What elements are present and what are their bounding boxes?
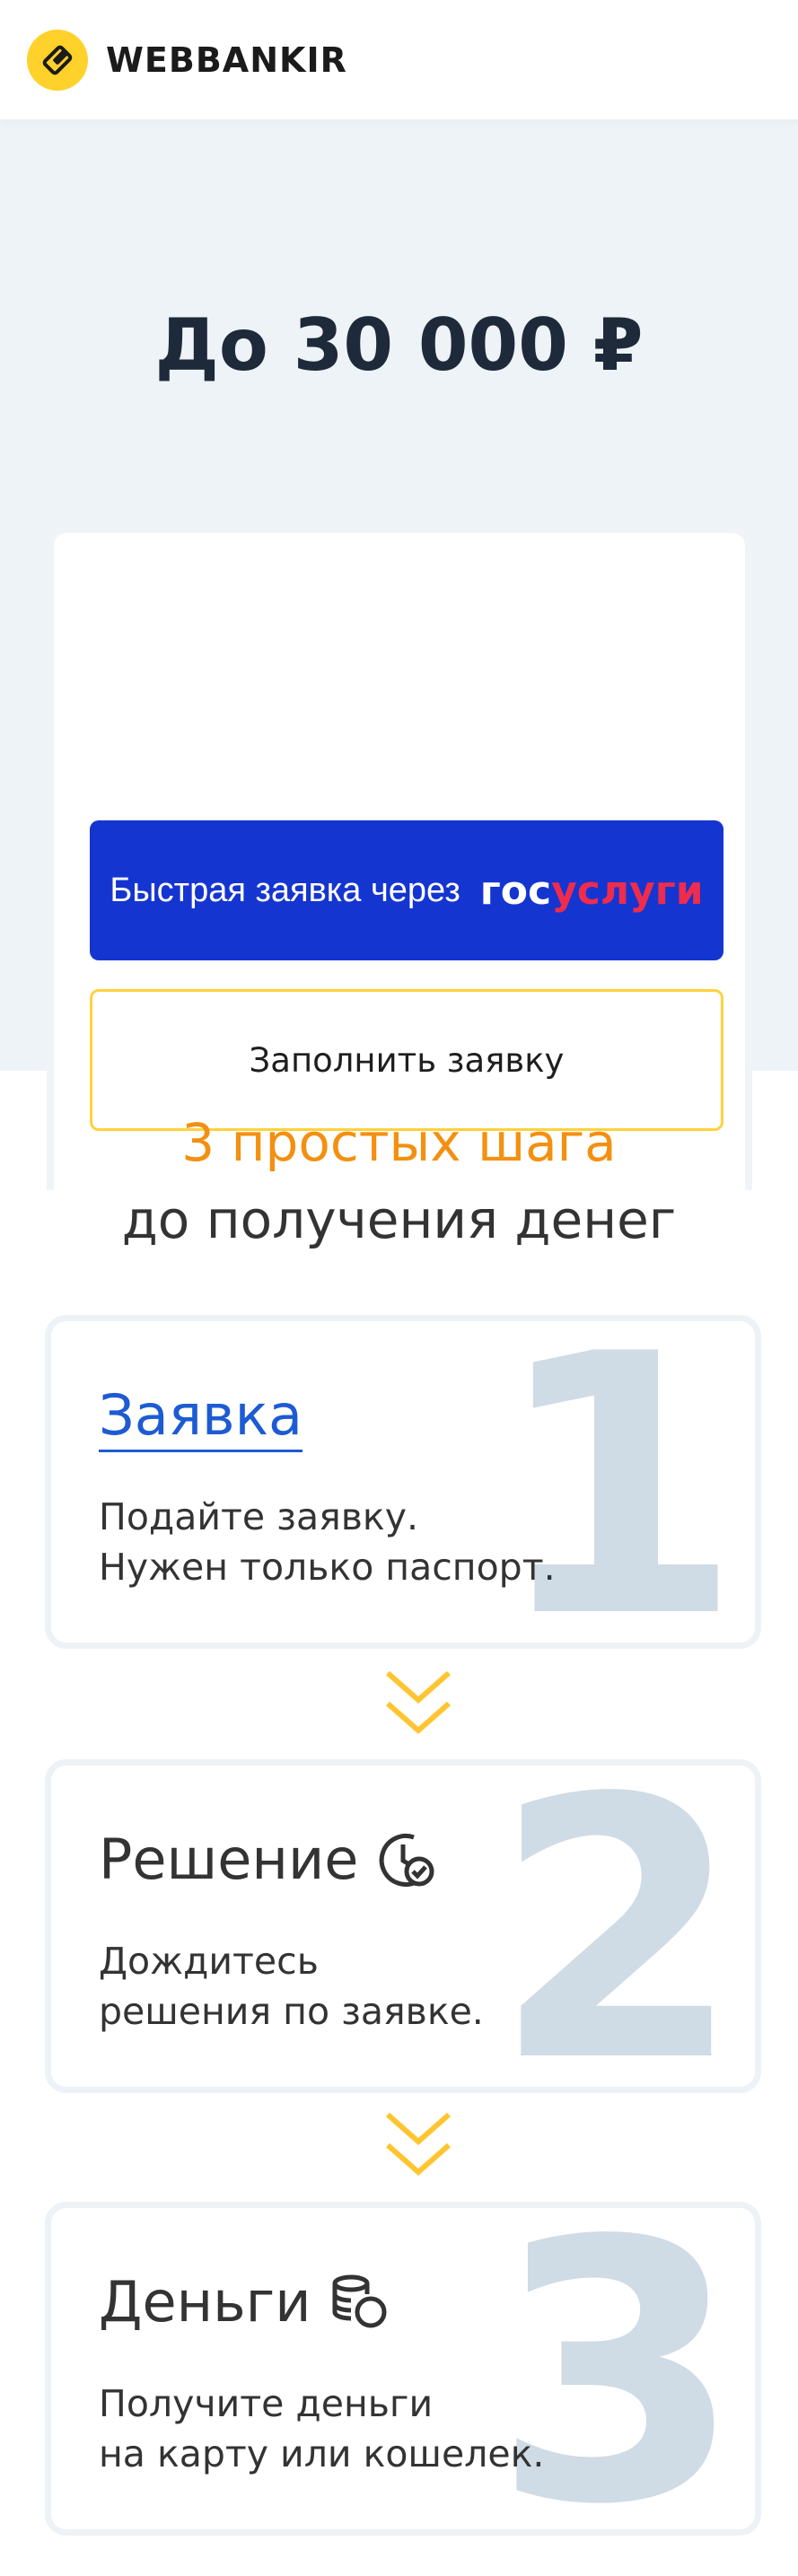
step-description: Подайте заявку. Нужен только паспорт.	[99, 1495, 556, 1589]
step-card-decision: 2 Решение Дождитесь решения по заявке.	[45, 1759, 761, 2093]
steps-section-title: 3 простых шага до получения денег	[0, 1104, 798, 1258]
clock-check-icon	[380, 1833, 434, 1887]
step-title-money: Деньги	[99, 2269, 389, 2335]
double-chevron-down-icon	[386, 2112, 451, 2177]
site-header: WEBBANKIR	[0, 0, 798, 119]
step-card-money: 3 Деньги Получите деньги на карту или ко…	[45, 2202, 761, 2536]
step-number: 2	[492, 1759, 742, 2093]
brand-name[interactable]: WEBBANKIR	[106, 40, 347, 80]
logo-icon[interactable]	[27, 29, 88, 91]
hero-section: До 30 000 ₽ Быстрая заявка через госуслу…	[0, 119, 798, 1190]
application-form-card: Быстрая заявка через госуслуги Заполнить…	[47, 526, 752, 1190]
step-description: Дождитесь решения по заявке.	[99, 1940, 484, 2033]
step-description: Получите деньги на карту или кошелек.	[99, 2382, 545, 2475]
double-chevron-down-icon	[386, 1670, 451, 1735]
steps-title-line2: до получения денег	[121, 1189, 677, 1250]
loan-amount-heading: До 30 000 ₽	[154, 303, 644, 387]
step-number: 3	[492, 2202, 742, 2536]
steps-title-line1: 3 простых шага	[181, 1112, 617, 1173]
step-title-decision: Решение	[99, 1827, 435, 1892]
step-title-application-link[interactable]: Заявка	[99, 1382, 303, 1452]
coins-icon	[332, 2274, 387, 2327]
step-card-application: 1 Заявка Подайте заявку. Нужен только па…	[45, 1315, 761, 1649]
gosuslugi-logo: госуслуги	[479, 867, 704, 914]
gosuslugi-button-label: Быстрая заявка через	[110, 871, 460, 909]
gosuslugi-application-button[interactable]: Быстрая заявка через госуслуги	[90, 820, 723, 960]
step-number: 1	[492, 1315, 742, 1649]
